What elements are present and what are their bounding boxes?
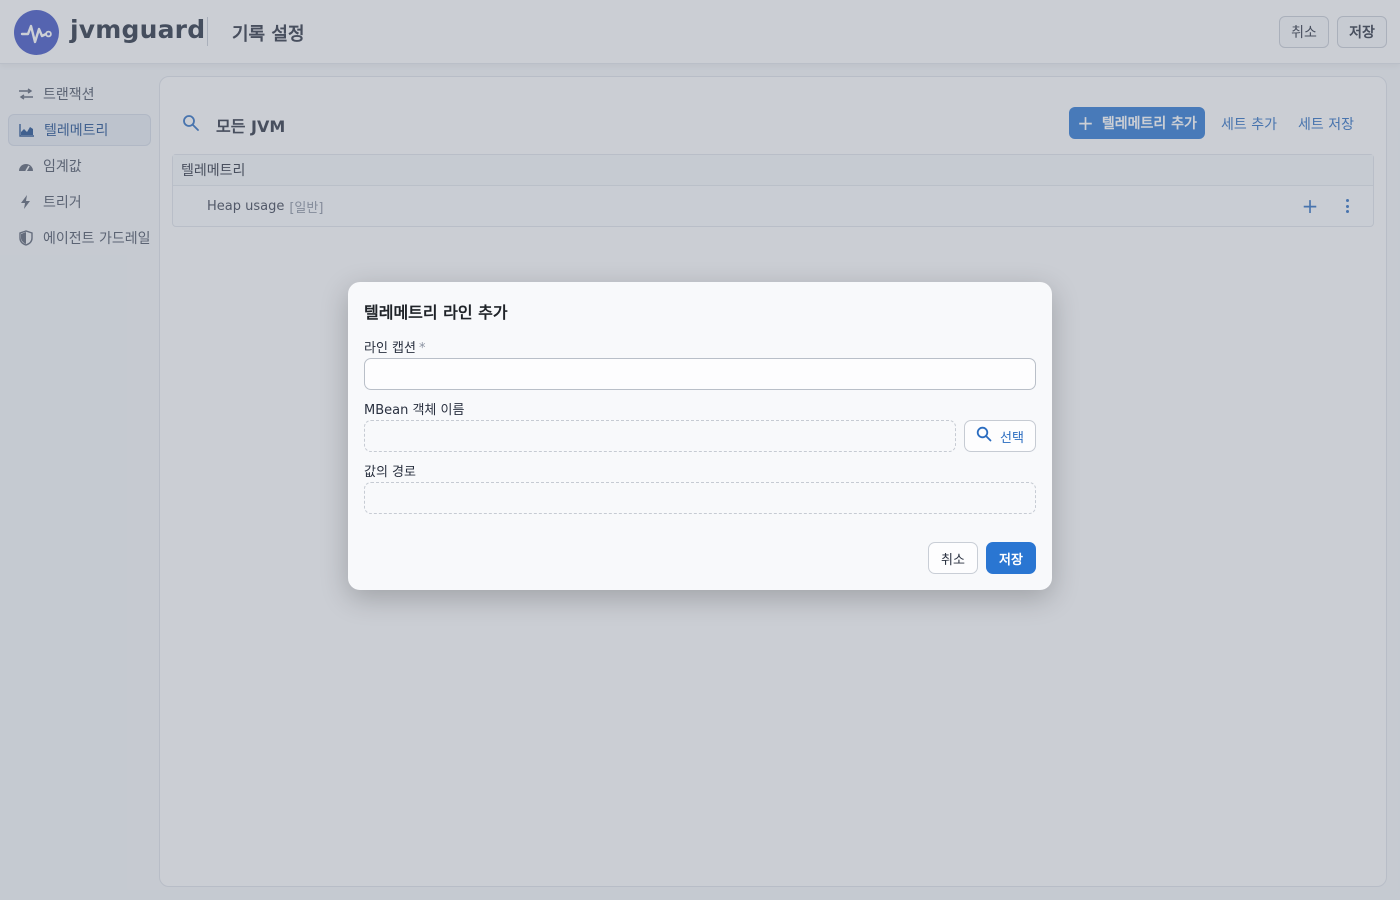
- add-telemetry-line-dialog: 텔레메트리 라인 추가 라인 캡션 * MBean 객체 이름 선택 값의 경로 …: [348, 282, 1052, 590]
- value-path-label: 값의 경로: [364, 465, 416, 480]
- required-mark: *: [418, 341, 426, 356]
- value-path-input[interactable]: [364, 482, 1036, 514]
- mbean-name-input[interactable]: [364, 420, 956, 452]
- line-caption-input[interactable]: [364, 358, 1036, 390]
- search-icon: [976, 426, 992, 446]
- dialog-title: 텔레메트리 라인 추가: [364, 303, 508, 322]
- caption-label-text: 라인 캡션: [364, 341, 416, 356]
- caption-label: 라인 캡션 *: [364, 337, 425, 356]
- select-mbean-button[interactable]: 선택: [964, 420, 1036, 452]
- dialog-cancel-button[interactable]: 취소: [928, 542, 978, 574]
- select-label: 선택: [1000, 430, 1024, 446]
- dialog-save-button[interactable]: 저장: [986, 542, 1036, 574]
- mbean-label: MBean 객체 이름: [364, 403, 465, 418]
